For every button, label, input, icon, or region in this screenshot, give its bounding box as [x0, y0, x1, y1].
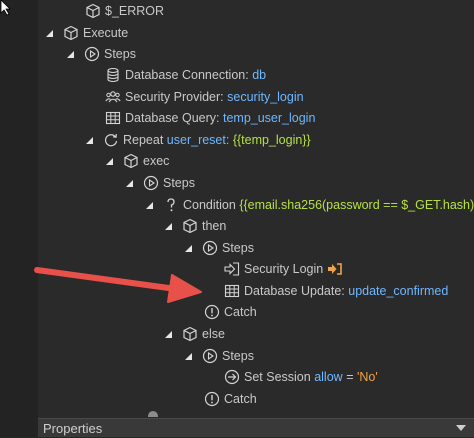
properties-title: Properties [43, 421, 103, 436]
collapse-toggle-icon[interactable] [456, 425, 466, 431]
properties-panel-header[interactable]: Properties [38, 418, 474, 437]
annotation-arrow [34, 267, 202, 303]
